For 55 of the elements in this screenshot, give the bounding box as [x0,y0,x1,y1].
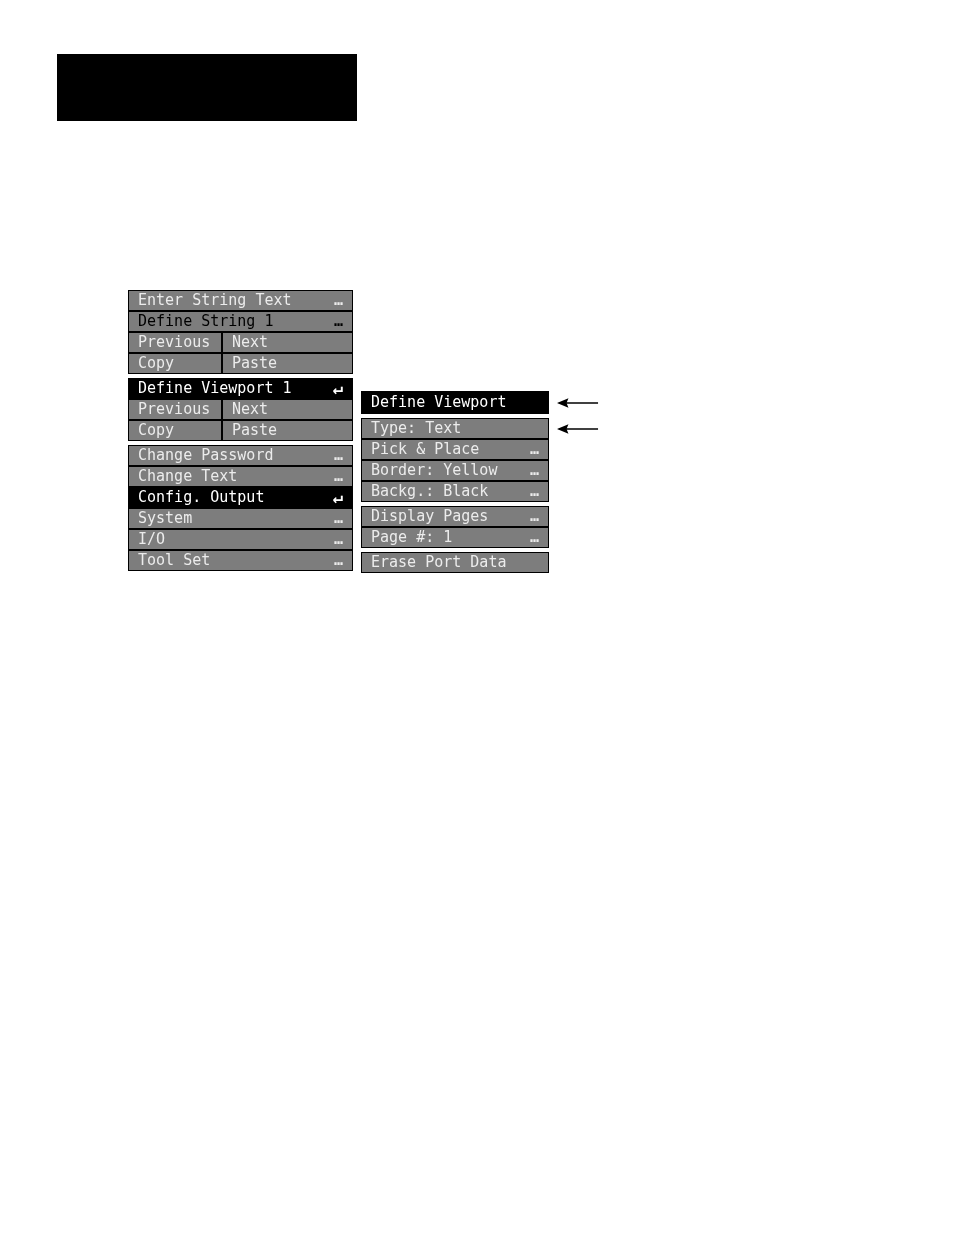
menu-item[interactable]: Display Pages … [361,506,549,527]
menu-button[interactable]: Copy [128,420,222,441]
menu-item-label: Change Text [138,469,238,484]
menu-item-label: I/O [138,532,166,547]
ellipsis-icon: … [333,532,343,547]
menu-button[interactable]: Copy [128,353,222,374]
menu-item[interactable]: Define Viewport 1 ↵ [128,378,353,399]
menu-item-label: Config. Output [138,490,265,505]
menu-item-label: System [138,511,193,526]
ellipsis-icon: … [529,442,539,457]
menu-item[interactable]: Pick & Place … [361,439,549,460]
ellipsis-icon: … [333,553,343,568]
menu-item[interactable]: Erase Port Data [361,552,549,573]
menu-item-label: Page #: 1 [371,530,453,545]
menu-item[interactable]: Change Password … [128,445,353,466]
menu-button[interactable]: Paste [222,420,353,441]
ellipsis-icon: … [333,511,343,526]
menu-item[interactable]: I/O … [128,529,353,550]
menu-item[interactable]: Tool Set … [128,550,353,571]
menu-button[interactable]: Next [222,399,353,420]
menu-item-label: Define Viewport 1 [138,381,292,396]
menu-item-label: Backg.: Black [371,484,489,499]
enter-icon: ↵ [332,489,343,506]
menu-button[interactable]: Previous [128,399,222,420]
menu-item[interactable]: System … [128,508,353,529]
ellipsis-icon: … [529,484,539,499]
ellipsis-icon: … [529,530,539,545]
ellipsis-icon: … [333,469,343,484]
menu-item-label: Enter String Text [138,293,292,308]
menu-button[interactable]: Next [222,332,353,353]
ellipsis-icon: … [333,293,343,308]
menu-button[interactable]: Previous [128,332,222,353]
enter-icon: ↵ [332,380,343,397]
menu-item-label: Define String 1 [138,314,274,329]
menu-item[interactable]: Border: Yellow … [361,460,549,481]
menu-item-label: Define Viewport [371,395,507,410]
menu-item-label: Display Pages [371,509,489,524]
menu-item[interactable]: Config. Output ↵ [128,487,353,508]
menu-item[interactable]: Page #: 1 … [361,527,549,548]
menu-item-label: Tool Set [138,553,211,568]
menu-item-label: Border: Yellow [371,463,498,478]
menu-item[interactable]: Define Viewport [361,391,549,414]
menu-item[interactable]: Change Text … [128,466,353,487]
menu-button[interactable]: Paste [222,353,353,374]
menu-item-label: Erase Port Data [371,555,507,570]
menu-item[interactable]: Type: Text [361,418,549,439]
ellipsis-icon: … [529,509,539,524]
menu-item-label: Type: Text [371,421,462,436]
ellipsis-icon: … [529,463,539,478]
ellipsis-icon: … [333,314,343,329]
ellipsis-icon: … [333,448,343,463]
menu-item[interactable]: Enter String Text … [128,290,353,311]
menu-item-label: Change Password [138,448,274,463]
menu-item[interactable]: Backg.: Black … [361,481,549,502]
menu-item-label: Pick & Place [371,442,480,457]
